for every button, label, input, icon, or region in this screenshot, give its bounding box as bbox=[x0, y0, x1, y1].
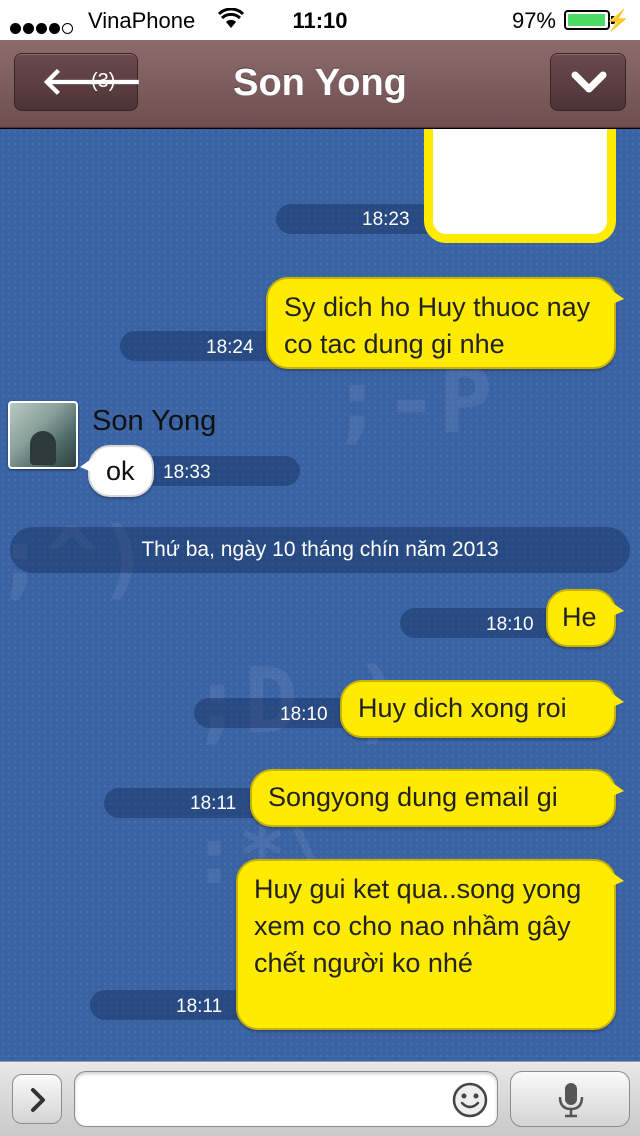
chat-title: Son Yong bbox=[233, 62, 407, 104]
message-text: Huy dich xong roi bbox=[358, 693, 567, 723]
avatar[interactable] bbox=[8, 401, 78, 469]
message-time: 18:33 bbox=[163, 462, 211, 483]
incoming-message[interactable]: ok bbox=[80, 445, 154, 497]
outgoing-message[interactable]: Sy dich ho Huy thuoc nay co tac dung gi … bbox=[266, 277, 624, 369]
chevron-down-icon bbox=[571, 71, 607, 93]
message-time: 18:24 bbox=[206, 337, 254, 358]
message-input[interactable] bbox=[85, 1080, 445, 1118]
battery-percentage: 97% bbox=[511, 8, 556, 33]
message-input-container bbox=[74, 1071, 498, 1127]
message-time: 18:10 bbox=[280, 704, 328, 725]
message-text: Songyong dung email gi bbox=[268, 782, 558, 812]
outgoing-message[interactable]: He bbox=[546, 589, 624, 647]
message-text: Sy dich ho Huy thuoc nay co tac dung gi … bbox=[284, 292, 591, 359]
message-list[interactable]: ;-P ;^) ;D ) :*\ 18:23 18:24 Sy dich ho … bbox=[0, 129, 640, 1061]
message-text: Huy gui ket qua..song yong xem co cho na… bbox=[254, 874, 582, 978]
message-time: 18:11 bbox=[176, 996, 223, 1017]
voice-record-button[interactable] bbox=[510, 1071, 630, 1127]
expand-button[interactable] bbox=[12, 1074, 62, 1124]
navigation-bar: 🡐 (3) Son Yong bbox=[0, 40, 640, 128]
chevron-right-icon bbox=[31, 1088, 45, 1112]
compose-bar bbox=[0, 1061, 640, 1136]
message-text: He bbox=[562, 602, 597, 632]
status-bar: VinaPhone 11:10 97% ⚡ bbox=[0, 0, 640, 40]
options-button[interactable] bbox=[550, 53, 626, 111]
message-time: 18:23 bbox=[362, 209, 410, 230]
message-text: ok bbox=[106, 456, 135, 486]
image-message[interactable] bbox=[424, 129, 616, 243]
outgoing-message[interactable]: Huy dich xong roi bbox=[340, 680, 624, 738]
message-time: 18:11 bbox=[190, 793, 237, 814]
smiley-icon[interactable] bbox=[451, 1081, 489, 1119]
message-time: 18:10 bbox=[486, 614, 534, 635]
battery-icon bbox=[564, 10, 610, 30]
sender-name: Son Yong bbox=[92, 405, 217, 437]
outgoing-message[interactable]: Huy gui ket qua..song yong xem co cho na… bbox=[236, 859, 624, 1030]
outgoing-message[interactable]: Songyong dung email gi bbox=[250, 769, 624, 827]
charging-icon: ⚡ bbox=[605, 10, 630, 32]
date-divider: Thứ ba, ngày 10 tháng chín năm 2013 bbox=[10, 527, 630, 573]
microphone-icon bbox=[558, 1083, 584, 1118]
